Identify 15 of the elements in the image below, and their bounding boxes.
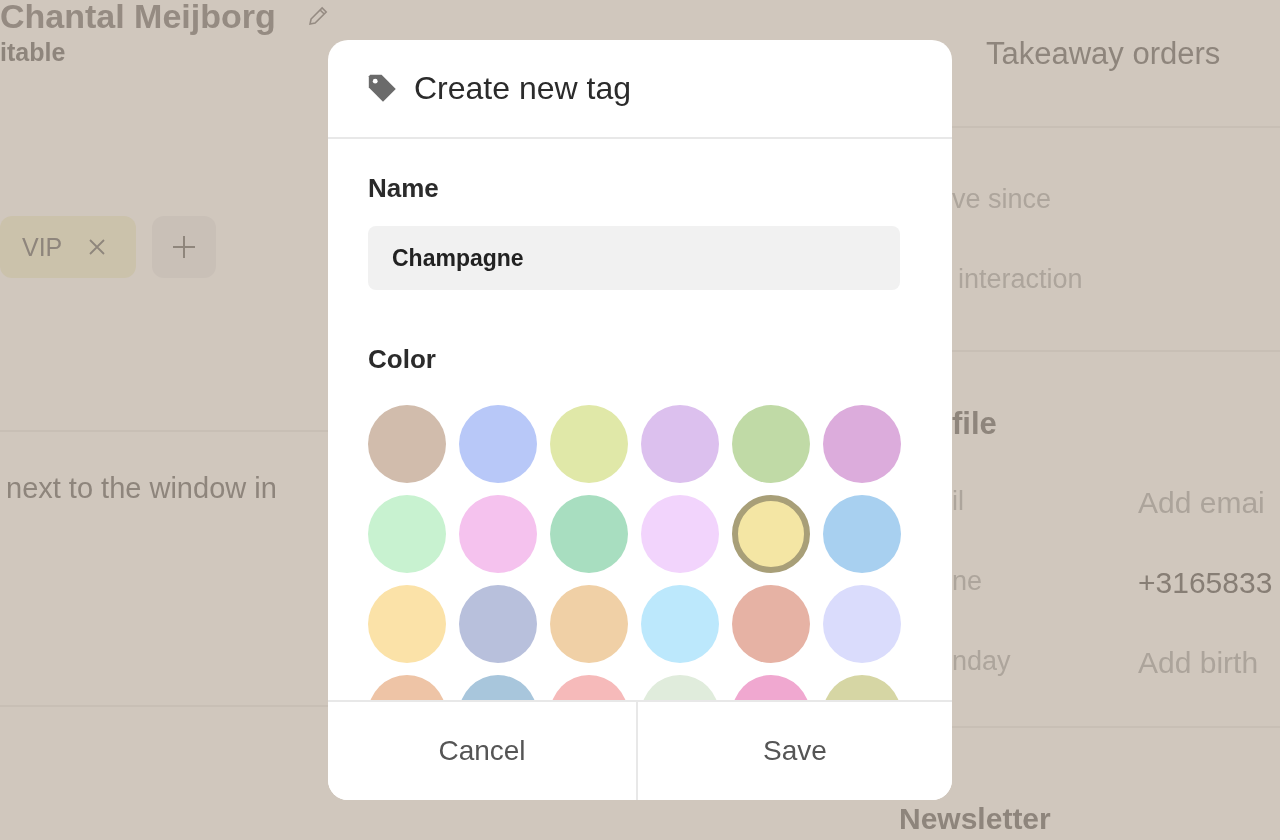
section-label: itable xyxy=(0,38,67,68)
add-tag-button[interactable] xyxy=(152,216,217,278)
cancel-button[interactable]: Cancel xyxy=(328,702,638,800)
close-icon[interactable] xyxy=(88,238,107,256)
dialog-title: Create new tag xyxy=(414,70,631,107)
name-input[interactable]: Champagne xyxy=(368,226,900,290)
note-text: next to the window in xyxy=(5,472,278,505)
plus-icon xyxy=(172,235,197,259)
field-value[interactable]: +3165833 xyxy=(1138,566,1273,602)
field-label: Color xyxy=(368,344,437,375)
customer-name: Chantal Meijborg xyxy=(0,0,276,36)
section-heading: file xyxy=(951,406,998,442)
tag-label: VIP xyxy=(22,232,63,262)
section-heading: Newsletter xyxy=(899,802,1052,836)
field-label: Name xyxy=(368,173,440,204)
